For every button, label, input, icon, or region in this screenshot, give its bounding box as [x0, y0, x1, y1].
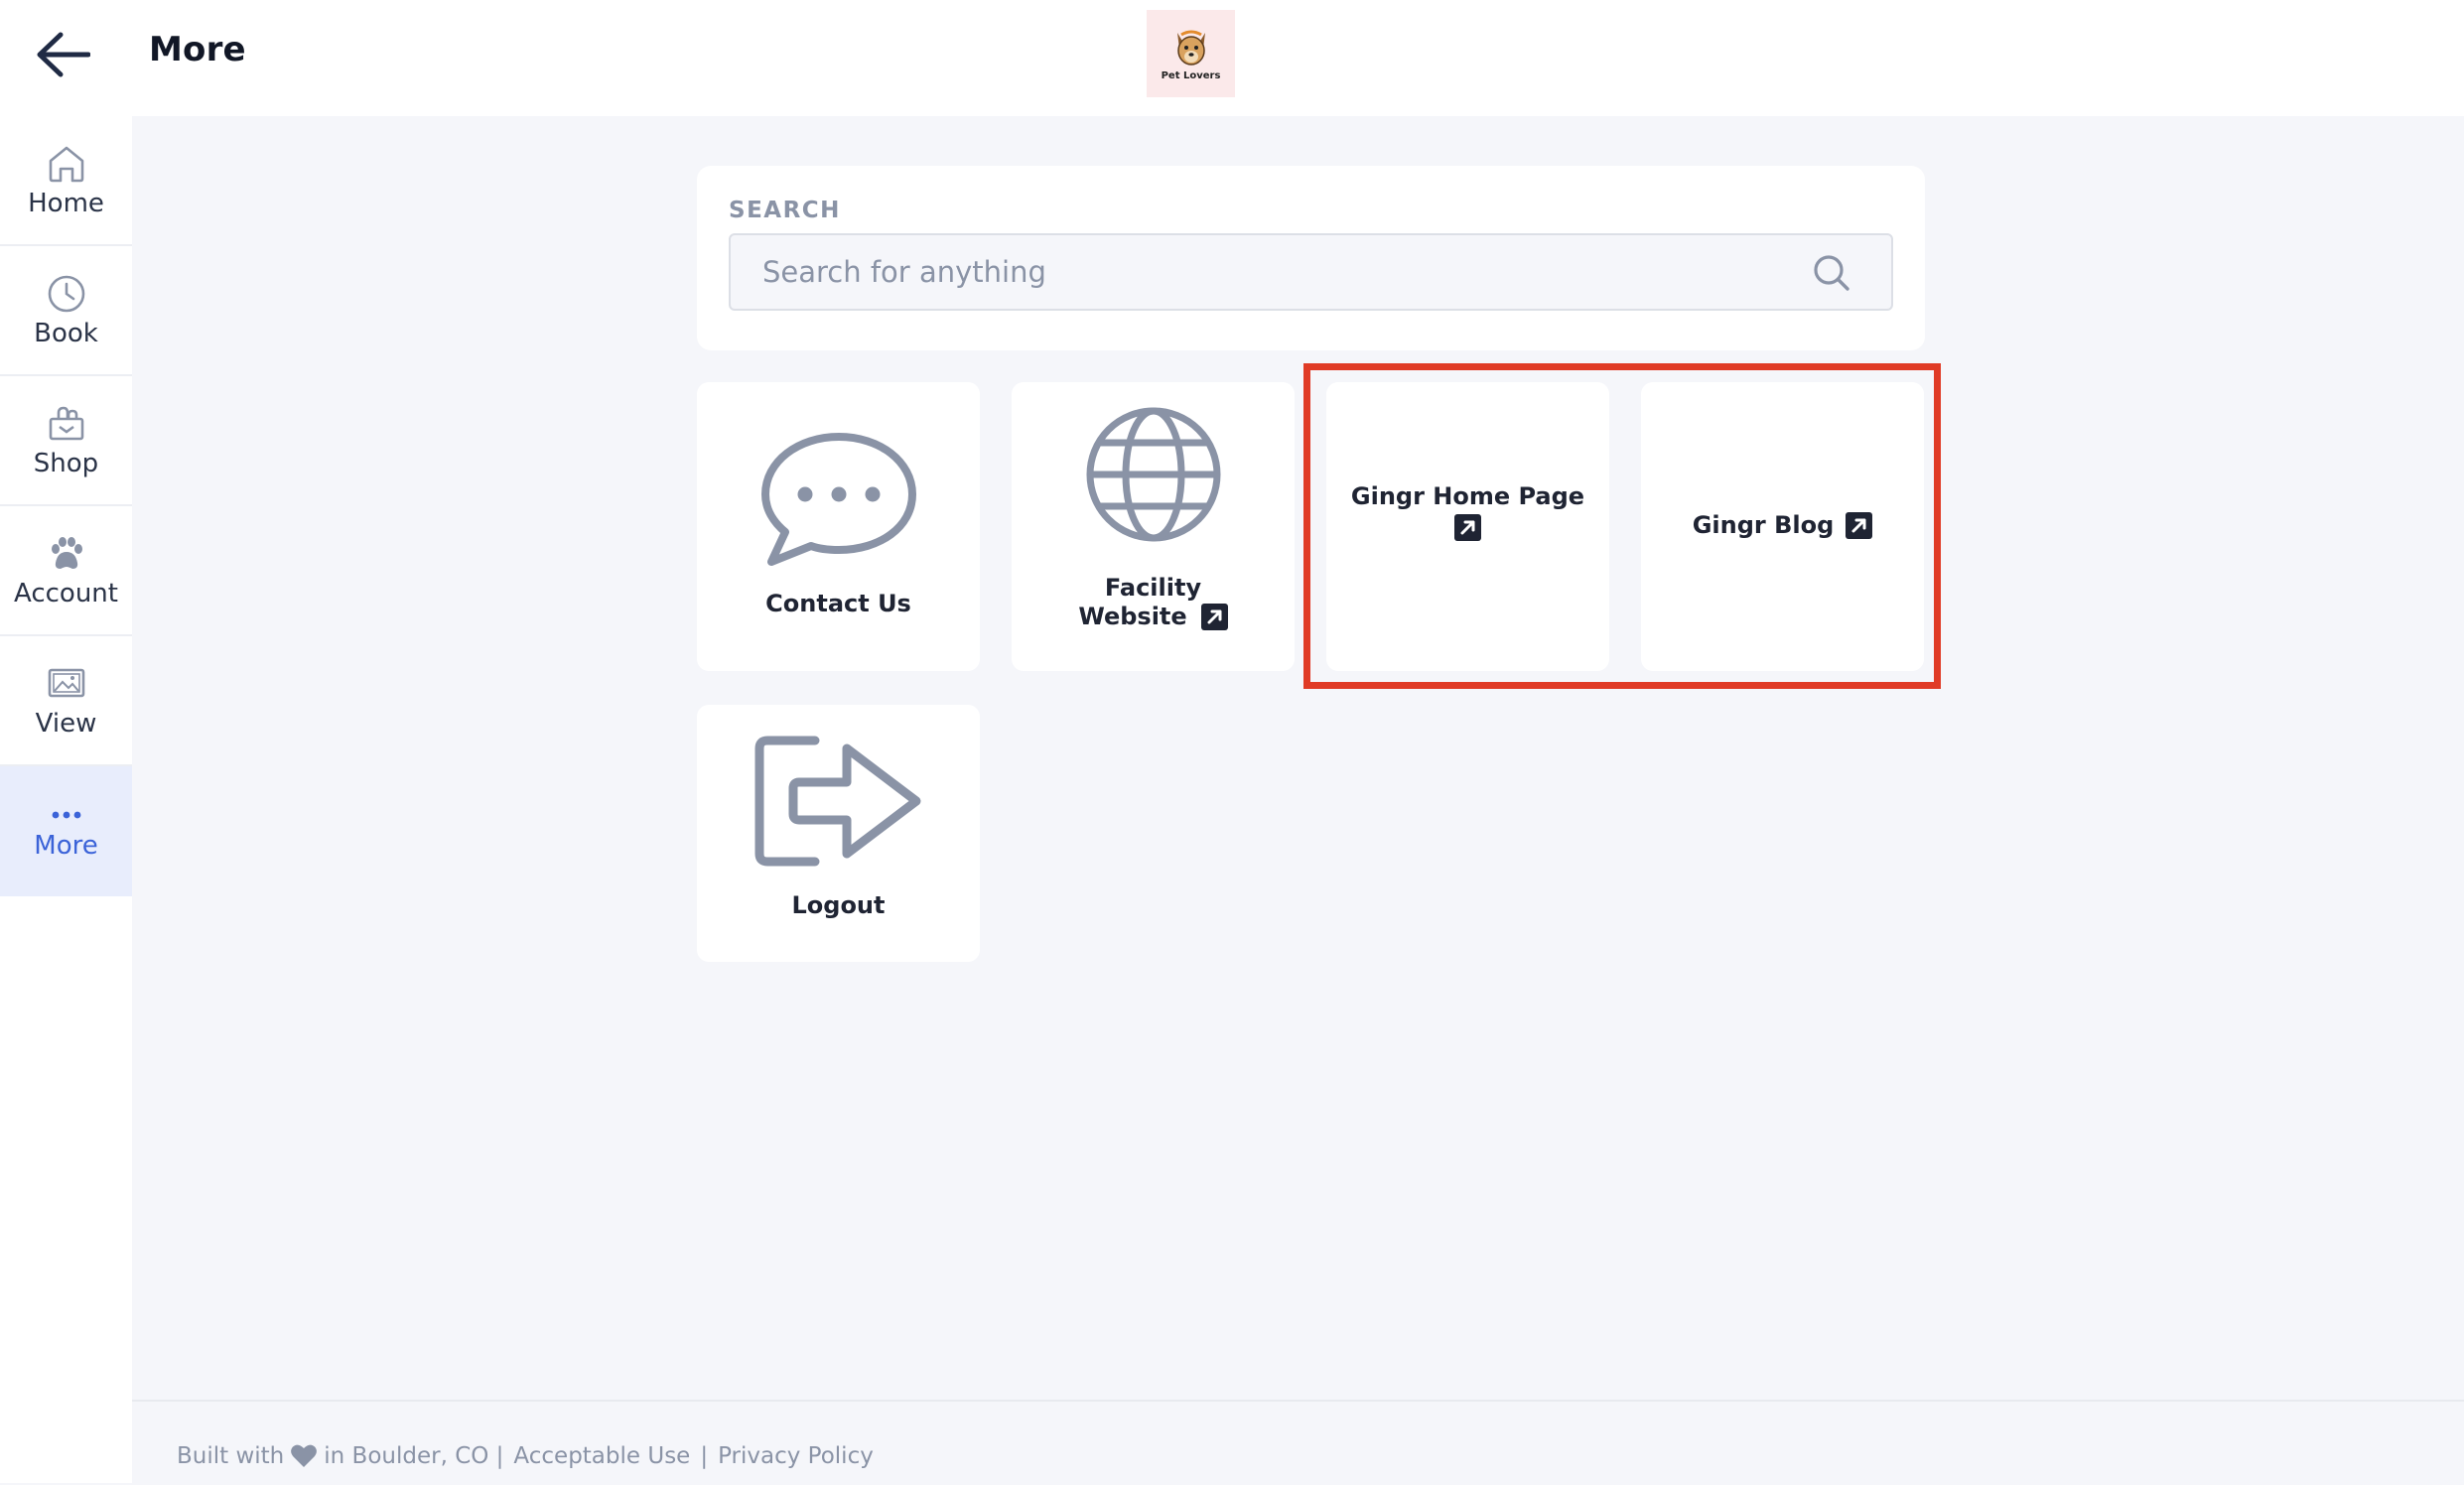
clock-icon — [48, 275, 84, 312]
sidebar-item-home[interactable]: Home — [0, 116, 132, 246]
footer-separator: | — [700, 1443, 709, 1469]
sidebar-item-view[interactable]: View — [0, 636, 132, 766]
external-link-icon — [1200, 603, 1228, 630]
sidebar-item-account[interactable]: Account — [0, 506, 132, 636]
main-content: SEARCH Contact Us Facility — [132, 116, 2464, 1483]
home-icon — [49, 146, 83, 182]
chat-bubble-icon — [760, 433, 916, 566]
tile-label-text: Gingr Home Page — [1350, 482, 1585, 511]
footer: Built with in Boulder, CO | Acceptable U… — [132, 1400, 2464, 1485]
globe-icon — [1086, 407, 1220, 541]
arrow-left-icon — [37, 32, 90, 77]
dog-face-icon — [1176, 30, 1205, 66]
gingr-blog-tile[interactable]: Gingr Blog — [1641, 382, 1924, 671]
sidebar-item-label: More — [34, 830, 98, 861]
logout-icon — [754, 736, 920, 867]
search-label: SEARCH — [729, 198, 841, 223]
privacy-policy-link[interactable]: Privacy Policy — [718, 1443, 874, 1469]
footer-location: in Boulder, CO | — [324, 1443, 504, 1469]
tile-label-line2: Website — [1078, 602, 1187, 630]
search-icon[interactable] — [1812, 253, 1851, 293]
external-link-icon — [1453, 513, 1481, 541]
back-button[interactable] — [28, 22, 97, 87]
search-box — [729, 233, 1893, 311]
page-title: More — [149, 30, 246, 69]
dots-icon — [52, 811, 80, 818]
sidebar-nav: Home Book Shop Account View More — [0, 116, 132, 1483]
tile-label-text: Gingr Blog — [1692, 511, 1835, 539]
logout-tile[interactable]: Logout — [697, 705, 980, 962]
contact-us-tile[interactable]: Contact Us — [697, 382, 980, 671]
facility-logo: Pet Lovers — [1147, 10, 1235, 97]
search-card: SEARCH — [697, 166, 1925, 350]
sidebar-item-label: Shop — [33, 448, 99, 478]
shopping-bag-icon — [49, 406, 83, 440]
gingr-home-page-tile[interactable]: Gingr Home Page — [1326, 382, 1609, 671]
external-link-icon — [1846, 512, 1873, 539]
search-input[interactable] — [731, 235, 1803, 309]
image-icon — [48, 668, 84, 697]
tile-label: Facility Website — [1078, 573, 1228, 631]
tile-label: Gingr Home Page — [1351, 482, 1584, 541]
top-header: More Pet Lovers — [0, 0, 2464, 116]
sidebar-item-book[interactable]: Book — [0, 246, 132, 376]
logo-text: Pet Lovers — [1161, 69, 1221, 81]
sidebar-item-more[interactable]: More — [0, 766, 132, 896]
tile-label: Logout — [791, 891, 886, 919]
tile-label: Gingr Blog — [1693, 511, 1873, 540]
facility-website-tile[interactable]: Facility Website — [1012, 382, 1295, 671]
paw-icon — [51, 536, 82, 569]
tile-label: Contact Us — [765, 590, 911, 617]
heart-icon — [291, 1444, 318, 1467]
sidebar-item-label: Book — [34, 318, 98, 348]
sidebar-item-label: Home — [28, 188, 104, 218]
sidebar-item-label: View — [35, 708, 97, 739]
sidebar-item-label: Account — [14, 578, 118, 608]
footer-text: Built with in Boulder, CO | Acceptable U… — [177, 1443, 874, 1469]
acceptable-use-link[interactable]: Acceptable Use — [513, 1443, 690, 1469]
tile-label-line1: Facility — [1104, 573, 1202, 602]
sidebar-item-shop[interactable]: Shop — [0, 376, 132, 506]
footer-built-with: Built with — [177, 1443, 285, 1469]
tile-label-line2-row: Website — [1078, 602, 1228, 631]
